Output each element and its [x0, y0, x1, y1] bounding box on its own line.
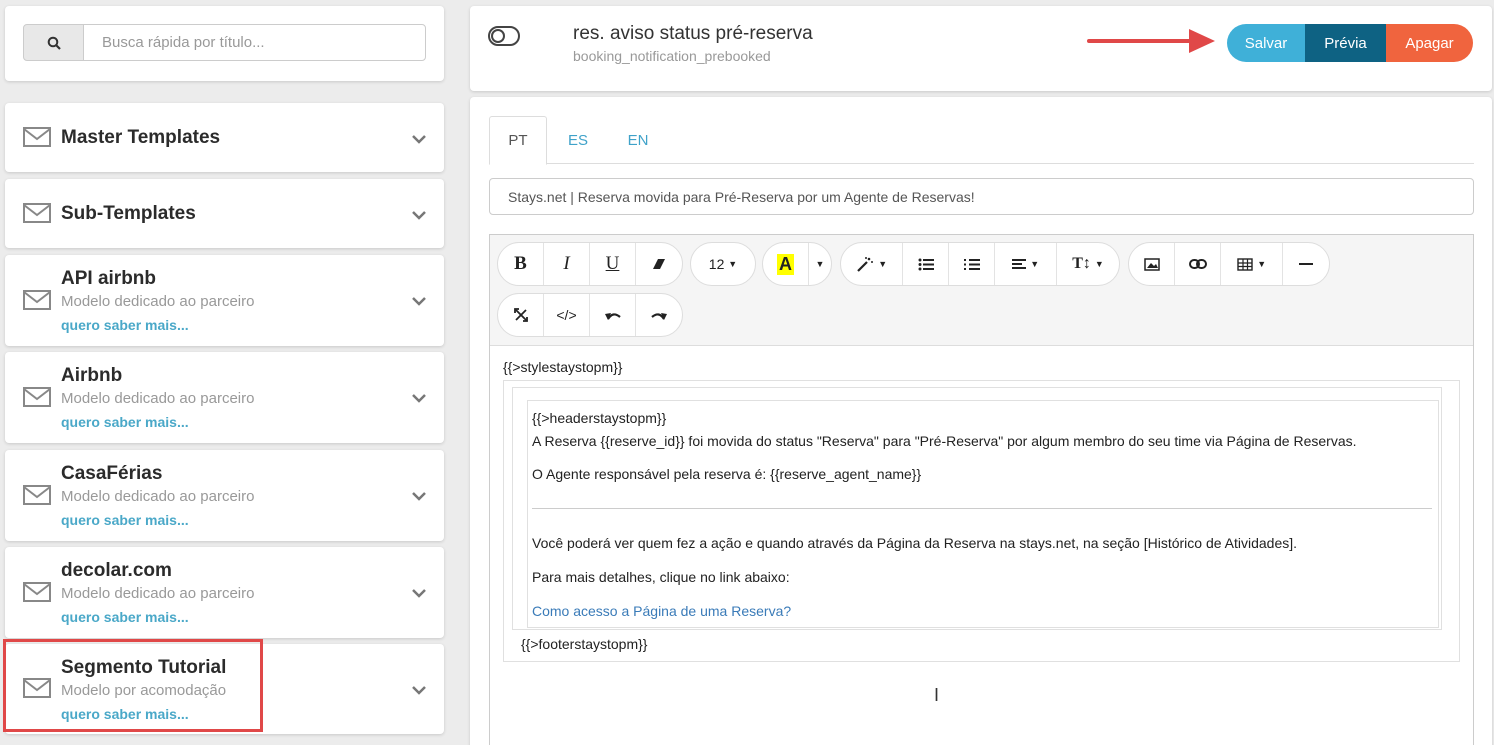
fullscreen-icon[interactable] — [498, 294, 544, 336]
learn-more-link[interactable]: quero saber mais... — [61, 609, 189, 625]
undo-icon[interactable] — [590, 294, 636, 336]
template-subtitle: Modelo dedicado ao parceiro — [61, 293, 255, 310]
template-subtitle: Modelo dedicado ao parceiro — [61, 585, 255, 602]
save-button[interactable]: Salvar — [1227, 24, 1305, 62]
chevron-down-icon[interactable] — [412, 685, 426, 695]
learn-more-link[interactable]: quero saber mais... — [61, 512, 189, 528]
color-dropdown-icon[interactable]: ▼ — [809, 243, 831, 285]
mail-icon — [23, 127, 51, 147]
template-subtitle: Modelo dedicado ao parceiro — [61, 390, 255, 407]
text-style-group: B I U — [497, 242, 683, 286]
image-icon[interactable] — [1129, 243, 1175, 285]
underline-icon[interactable]: U — [590, 243, 636, 285]
template-title: Master Templates — [61, 127, 221, 148]
line-height-icon[interactable]: T↕ ▼ — [1057, 243, 1119, 285]
chevron-down-icon[interactable] — [412, 491, 426, 501]
delete-button[interactable]: Apagar — [1386, 24, 1473, 62]
numbered-list-icon[interactable] — [949, 243, 995, 285]
template-card-sub[interactable]: Sub-Templates — [5, 179, 444, 248]
rich-text-editor: B I U 12 ▼ A ▼ ▼ ▼ T↕ ▼ ▼ </> {{>stylest… — [489, 234, 1474, 745]
subject-input[interactable]: Stays.net | Reserva movida para Pré-Rese… — [489, 178, 1474, 215]
text-color-icon[interactable]: A — [763, 243, 809, 285]
template-card-airbnb[interactable]: Airbnb Modelo dedicado ao parceiro quero… — [5, 352, 444, 443]
insert-group: ▼ — [1128, 242, 1330, 286]
template-title: Sub-Templates — [61, 203, 196, 224]
action-buttons: Salvar Prévia Apagar — [1227, 24, 1473, 62]
learn-more-link[interactable]: quero saber mais... — [61, 414, 189, 430]
divider — [532, 508, 1432, 509]
template-key: booking_notification_prebooked — [573, 48, 771, 64]
template-name: res. aviso status pré-reserva — [573, 23, 813, 44]
search-card: Busca rápida por título... — [5, 6, 444, 81]
content-block-middle: {{>headerstaystopm}} A Reserva {{reserve… — [512, 387, 1442, 630]
template-card-casaferias[interactable]: CasaFérias Modelo dedicado ao parceiro q… — [5, 450, 444, 541]
font-size-group: 12 ▼ — [690, 242, 756, 286]
style-partial: {{>stylestaystopm}} — [503, 359, 623, 375]
magic-wand-icon[interactable]: ▼ — [841, 243, 903, 285]
template-card-api-airbnb[interactable]: API airbnb Modelo dedicado ao parceiro q… — [5, 255, 444, 346]
template-card-decolar[interactable]: decolar.com Modelo dedicado ao parceiro … — [5, 547, 444, 638]
tab-en[interactable]: EN — [611, 116, 665, 165]
chevron-down-icon[interactable] — [412, 296, 426, 306]
chevron-down-icon[interactable] — [412, 393, 426, 403]
view-group: </> — [497, 293, 683, 337]
preview-button[interactable]: Prévia — [1305, 24, 1386, 62]
body-line-2: O Agente responsável pela reserva é: {{r… — [532, 466, 922, 482]
tab-pt[interactable]: PT — [489, 116, 547, 165]
code-view-icon[interactable]: </> — [544, 294, 590, 336]
paragraph-group: ▼ ▼ T↕ ▼ — [840, 242, 1120, 286]
search-input[interactable]: Busca rápida por título... — [83, 24, 426, 61]
chevron-down-icon[interactable] — [412, 134, 426, 144]
template-subtitle: Modelo dedicado ao parceiro — [61, 488, 255, 505]
mail-icon — [23, 485, 51, 505]
align-icon[interactable]: ▼ — [995, 243, 1057, 285]
chevron-down-icon[interactable] — [412, 588, 426, 598]
mail-icon — [23, 290, 51, 310]
redo-icon[interactable] — [636, 294, 682, 336]
horizontal-rule-icon[interactable] — [1283, 243, 1329, 285]
eraser-icon[interactable] — [636, 243, 682, 285]
template-card-master[interactable]: Master Templates — [5, 103, 444, 172]
mail-icon — [23, 387, 51, 407]
help-link[interactable]: Como acesso a Página de uma Reserva? — [532, 603, 791, 619]
tab-es[interactable]: ES — [551, 116, 605, 165]
content-block-inner: {{>headerstaystopm}} A Reserva {{reserve… — [527, 400, 1439, 628]
bold-icon[interactable]: B — [498, 243, 544, 285]
footer-partial: {{>footerstaystopm}} — [521, 636, 648, 652]
editor-panel: PT ES EN Stays.net | Reserva movida para… — [470, 97, 1492, 745]
language-tabs: PT ES EN — [489, 116, 1474, 165]
font-size-select[interactable]: 12 ▼ — [691, 243, 755, 285]
table-icon[interactable]: ▼ — [1221, 243, 1283, 285]
mail-icon — [23, 582, 51, 602]
template-title: CasaFérias — [61, 463, 163, 484]
template-title: decolar.com — [61, 560, 172, 581]
content-block-outer: {{>headerstaystopm}} A Reserva {{reserve… — [503, 380, 1460, 662]
body-line-1: A Reserva {{reserve_id}} foi movida do s… — [532, 433, 1357, 449]
bullet-list-icon[interactable] — [903, 243, 949, 285]
mail-icon — [23, 203, 51, 223]
arrow-annotation-icon — [1087, 29, 1215, 53]
highlight-annotation — [3, 639, 263, 732]
search-icon — [47, 36, 61, 50]
link-icon[interactable] — [1175, 243, 1221, 285]
template-header: res. aviso status pré-reserva booking_no… — [470, 6, 1492, 91]
color-group: A ▼ — [762, 242, 832, 286]
header-partial: {{>headerstaystopm}} — [532, 410, 667, 426]
template-title: API airbnb — [61, 268, 157, 289]
editor-toolbar: B I U 12 ▼ A ▼ ▼ ▼ T↕ ▼ ▼ </> — [490, 235, 1473, 346]
search-button[interactable] — [23, 24, 84, 61]
template-title: Airbnb — [61, 365, 123, 386]
active-toggle[interactable] — [488, 26, 520, 46]
chevron-down-icon[interactable] — [412, 210, 426, 220]
learn-more-link[interactable]: quero saber mais... — [61, 317, 189, 333]
italic-icon[interactable]: I — [544, 243, 590, 285]
body-line-3: Você poderá ver quem fez a ação e quando… — [532, 535, 1298, 551]
text-cursor-icon: I — [934, 685, 940, 705]
body-line-4: Para mais detalhes, clique no link abaix… — [532, 569, 790, 585]
